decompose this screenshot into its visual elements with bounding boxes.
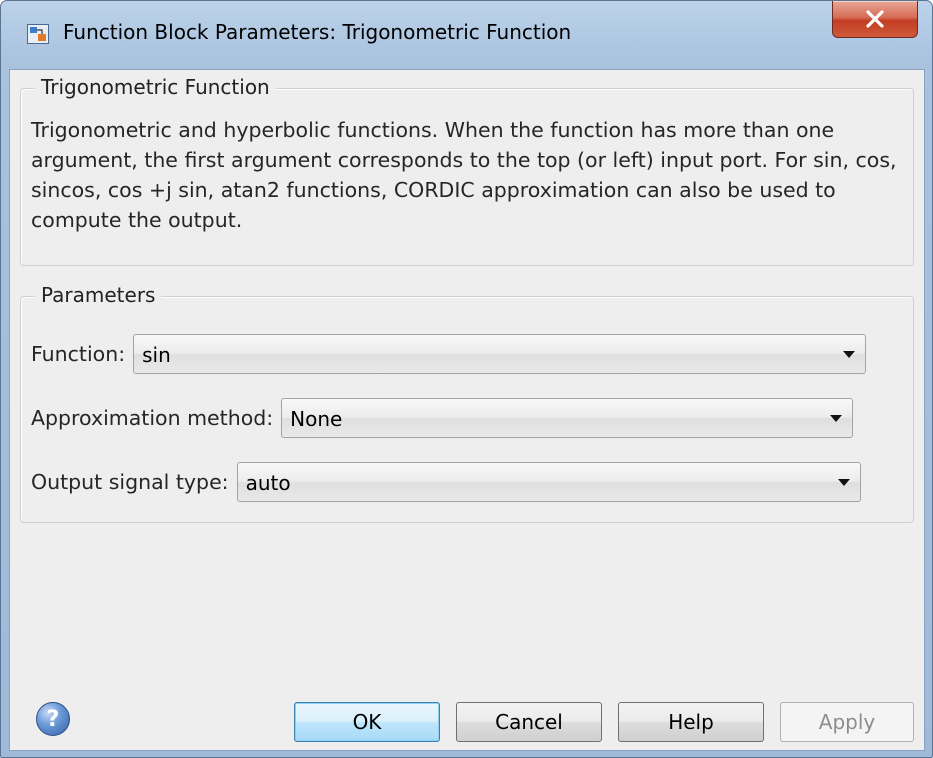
block-description-text: Trigonometric and hyperbolic functions. … [31, 118, 897, 232]
chevron-down-icon [843, 351, 856, 358]
block-description-legend: Trigonometric Function [35, 75, 276, 99]
approximation-method-value: None [290, 407, 343, 431]
ok-button[interactable]: OK [294, 702, 440, 742]
chevron-down-icon [837, 479, 850, 486]
output-signal-type-label: Output signal type: [31, 470, 229, 494]
dialog-window: Function Block Parameters: Trigonometric… [0, 0, 933, 758]
output-signal-type-dropdown[interactable]: auto [236, 462, 861, 502]
approximation-method-label: Approximation method: [31, 406, 274, 430]
function-dropdown[interactable]: sin [133, 334, 867, 374]
approximation-method-row: Approximation method: None [31, 397, 854, 439]
output-signal-type-value: auto [245, 471, 291, 495]
approximation-method-dropdown[interactable]: None [281, 398, 854, 438]
help-button[interactable]: Help [618, 702, 764, 742]
dialog-client-area: Trigonometric Function Trigonometric and… [9, 69, 925, 751]
parameters-legend: Parameters [35, 283, 162, 307]
window-title: Function Block Parameters: Trigonometric… [63, 20, 572, 44]
cancel-button[interactable]: Cancel [456, 702, 602, 742]
function-label: Function: [31, 342, 126, 366]
block-description-group: Trigonometric Function Trigonometric and… [20, 75, 914, 266]
function-value: sin [142, 343, 171, 367]
help-icon[interactable]: ? [36, 702, 70, 736]
close-button[interactable] [832, 1, 918, 38]
title-bar[interactable]: Function Block Parameters: Trigonometric… [1, 1, 932, 69]
parameters-group: Parameters Function: sin Approximation m… [20, 283, 914, 523]
close-icon [866, 10, 884, 28]
simulink-block-icon [27, 24, 49, 44]
function-row: Function: sin [31, 333, 867, 375]
apply-button[interactable]: Apply [780, 702, 914, 742]
chevron-down-icon [830, 415, 843, 422]
output-signal-type-row: Output signal type: auto [31, 461, 861, 503]
